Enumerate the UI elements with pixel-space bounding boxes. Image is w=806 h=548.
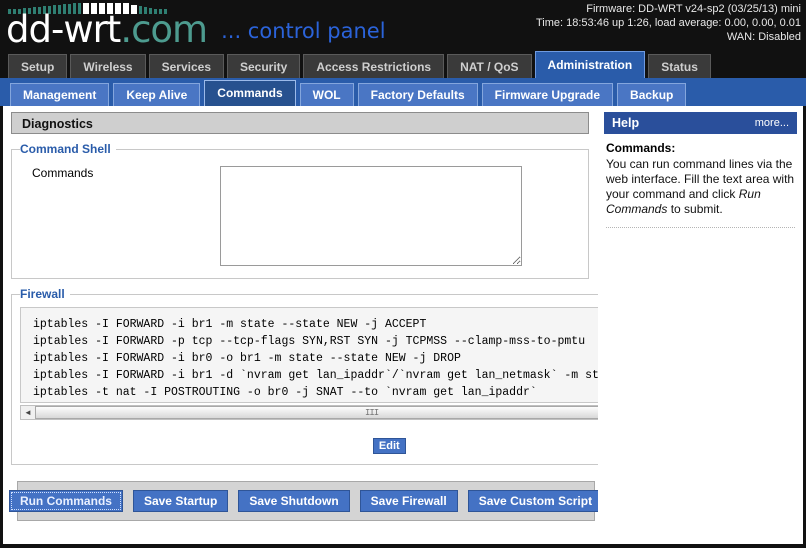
main-column: Diagnostics Command Shell Commands Firew… bbox=[3, 106, 768, 521]
subtab-management[interactable]: Management bbox=[10, 83, 110, 106]
tab-services[interactable]: Services bbox=[148, 54, 224, 78]
tab-nat-qos[interactable]: NAT / QoS bbox=[447, 54, 532, 78]
logo-main-text: dd-wrt bbox=[6, 8, 121, 51]
dd-wrt-logo: dd-wrt.com ... control panel bbox=[6, 11, 386, 48]
help-text: You can run command lines via the web in… bbox=[606, 157, 795, 217]
button-save-custom-script[interactable]: Save Custom Script bbox=[467, 490, 604, 512]
wan-status: WAN: Disabled bbox=[726, 31, 801, 43]
uptime-load: Time: 18:53:46 up 1:26, load average: 0.… bbox=[535, 17, 801, 29]
commands-textarea[interactable] bbox=[220, 166, 522, 266]
scrollbar-grip-icon: III bbox=[364, 407, 379, 418]
commands-field-row: Commands bbox=[20, 162, 580, 268]
firewall-legend: Firewall bbox=[20, 287, 65, 301]
tab-access-restrictions[interactable]: Access Restrictions bbox=[303, 54, 445, 78]
firmware-version: Firmware: DD-WRT v24-sp2 (03/25/13) mini bbox=[586, 3, 801, 15]
main-tab-bar: Setup Wireless Services Security Access Rest… bbox=[0, 50, 806, 78]
system-info: Firmware: DD-WRT v24-sp2 (03/25/13) mini… bbox=[536, 2, 801, 44]
subtab-factory-defaults[interactable]: Factory Defaults bbox=[357, 83, 478, 106]
page-header: dd-wrt.com ... control panel Firmware: DD… bbox=[0, 0, 806, 50]
edit-button[interactable]: Edit bbox=[372, 438, 406, 454]
action-button-bar: Run Commands Save Startup Save Shutdown Sav… bbox=[8, 481, 604, 521]
button-save-firewall[interactable]: Save Firewall bbox=[359, 490, 458, 512]
help-title: Help bbox=[612, 116, 640, 130]
help-text-part2: to submit. bbox=[667, 202, 723, 216]
command-shell-section: Command Shell Commands bbox=[11, 142, 589, 279]
page-title: Diagnostics bbox=[11, 112, 589, 134]
commands-field-label: Commands bbox=[32, 166, 94, 180]
sub-tab-bar: Management Keep Alive Commands WOL Factory D… bbox=[0, 78, 806, 106]
command-shell-legend: Command Shell bbox=[20, 142, 111, 156]
subtab-firmware-upgrade[interactable]: Firmware Upgrade bbox=[481, 83, 614, 106]
help-body: Commands: You can run command lines via … bbox=[604, 134, 797, 228]
tab-wireless[interactable]: Wireless bbox=[70, 54, 146, 78]
help-header: Help more... bbox=[604, 112, 797, 134]
button-save-shutdown[interactable]: Save Shutdown bbox=[238, 490, 350, 512]
subtab-backup[interactable]: Backup bbox=[617, 83, 687, 106]
subtab-wol[interactable]: WOL bbox=[299, 83, 354, 106]
help-heading: Commands: bbox=[606, 141, 676, 155]
dd-wrt-control-panel: dd-wrt.com ... control panel Firmware: DD… bbox=[0, 0, 806, 548]
logo-suffix-text: .com bbox=[120, 8, 208, 51]
button-save-startup[interactable]: Save Startup bbox=[132, 490, 229, 512]
subtab-commands[interactable]: Commands bbox=[204, 80, 296, 106]
logo-tagline: ... control panel bbox=[221, 19, 386, 43]
help-divider bbox=[606, 227, 795, 228]
button-run-commands[interactable]: Run Commands bbox=[8, 490, 123, 512]
tab-status[interactable]: Status bbox=[648, 54, 711, 78]
tab-setup[interactable]: Setup bbox=[8, 54, 68, 78]
help-more-link[interactable]: more... bbox=[755, 112, 789, 134]
content-area: Diagnostics Command Shell Commands Firew… bbox=[0, 106, 806, 548]
subtab-keep-alive[interactable]: Keep Alive bbox=[113, 83, 201, 106]
tab-administration[interactable]: Administration bbox=[534, 51, 646, 78]
scroll-left-arrow-icon[interactable]: ◄ bbox=[21, 406, 35, 419]
help-column: Help more... Commands: You can run comma… bbox=[598, 106, 803, 544]
tab-security[interactable]: Security bbox=[227, 54, 301, 78]
help-text-part1: You can run command lines via the web in… bbox=[606, 157, 795, 201]
